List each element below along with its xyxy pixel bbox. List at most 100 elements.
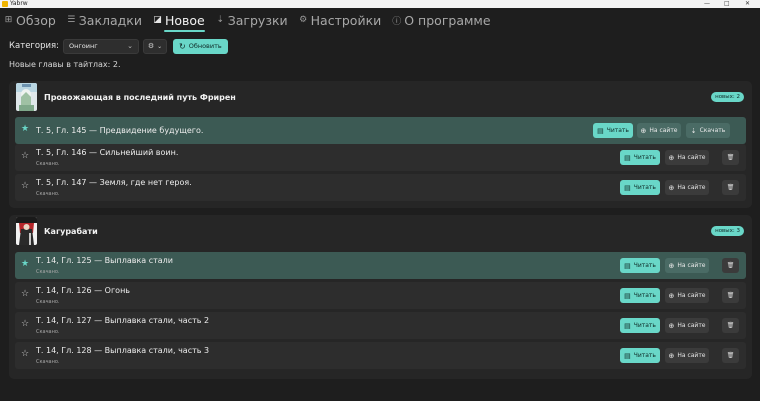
read-button[interactable]: ▤ Читать [620,150,660,165]
main-tabs: ⊞ Обзор ☰ Закладки ◪ Новое ⇣ Загрузки ⚙ Настр… [4,11,502,32]
delete-button[interactable]: 🗑 [722,348,739,363]
title-group: Кагурабати новых: 3 ★ Т. 14, Гл. 125 — В… [9,215,752,379]
chapter-title: Т. 14, Гл. 126 — Огонь [36,286,131,295]
gear-icon: ⚙ [299,15,308,25]
open-site-button[interactable]: ⊕ На сайте [665,288,709,303]
site-label: На сайте [677,154,706,161]
star-outline-icon[interactable]: ☆ [21,289,29,299]
group-title: Провожающая в последний путь Фрирен [44,92,236,102]
chapter-status: Скачано. [36,359,60,365]
star-outline-icon[interactable]: ☆ [21,319,29,329]
chapter-title: Т. 5, Гл. 145 — Предвидение будущего. [36,126,204,135]
tab-downloads[interactable]: ⇣ Загрузки [216,11,287,29]
open-site-button[interactable]: ⊕ На сайте [665,150,709,165]
book-icon: ▤ [624,261,631,270]
star-icon[interactable]: ★ [21,124,29,134]
globe-icon: ⊕ [668,261,675,270]
app-icon [2,1,8,7]
chapter-row[interactable]: ☆ Т. 14, Гл. 127 — Выплавка стали, часть… [15,312,746,339]
read-label: Читать [633,262,656,269]
tab-label: Закладки [78,12,142,28]
delete-button[interactable]: 🗑 [722,150,739,165]
chapter-status: Скачано. [36,161,60,167]
trash-icon: 🗑 [726,322,735,329]
chapter-title: Т. 14, Гл. 127 — Выплавка стали, часть 2 [36,316,210,325]
chapter-title: Т. 14, Гл. 128 — Выплавка стали, часть 3 [36,346,210,355]
download-button[interactable]: ⇣ Скачать [686,123,730,138]
chapter-title: Т. 5, Гл. 147 — Земля, где нет героя. [36,178,192,187]
cover-image[interactable] [16,217,37,245]
book-icon: ▤ [624,183,631,192]
maximize-button[interactable]: □ [724,0,730,8]
read-label: Читать [633,352,656,359]
group-header: Провожающая в последний путь Фрирен новы… [9,81,752,113]
site-label: На сайте [649,127,678,134]
download-label: Скачать [699,127,726,134]
filter-button[interactable]: ⚙ ⌄ [143,38,167,54]
read-button[interactable]: ▤ Читать [620,348,660,363]
read-button[interactable]: ▤ Читать [593,123,633,138]
site-label: На сайте [677,322,706,329]
chapter-row[interactable]: ☆ Т. 5, Гл. 146 — Сильнейший воин. Скача… [15,144,746,171]
chapter-row[interactable]: ☆ Т. 5, Гл. 147 — Земля, где нет героя. … [15,174,746,201]
open-site-button[interactable]: ⊕ На сайте [665,180,709,195]
grid-icon: ⊞ [4,15,13,25]
delete-button[interactable]: 🗑 [722,258,739,273]
chapter-title: Т. 14, Гл. 125 — Выплавка стали [36,256,173,265]
tab-about[interactable]: ⓘ О программе [392,11,490,29]
window-title: Yabrw [10,0,28,7]
download-icon: ⇣ [690,126,697,135]
summary-text: Новые главы в тайтлах: 2. [9,60,121,69]
read-button[interactable]: ▤ Читать [620,258,660,273]
delete-button[interactable]: 🗑 [722,288,739,303]
refresh-label: Обновить [188,42,222,50]
window-titlebar: Yabrw — □ ✕ [0,0,760,8]
book-icon: ▤ [597,126,604,135]
refresh-button[interactable]: ↻ Обновить [173,38,228,54]
chapter-row[interactable]: ☆ Т. 14, Гл. 128 — Выплавка стали, часть… [15,342,746,369]
delete-button[interactable]: 🗑 [722,180,739,195]
tab-label: Обзор [16,12,56,28]
refresh-icon: ↻ [179,41,186,51]
list-icon: ☰ [67,15,76,25]
tab-overview[interactable]: ⊞ Обзор [4,11,56,29]
read-label: Читать [633,184,656,191]
read-button[interactable]: ▤ Читать [620,180,660,195]
site-label: На сайте [677,262,706,269]
group-header: Кагурабати новых: 3 [9,215,752,247]
tab-label: О программе [404,12,491,28]
cover-image[interactable] [16,83,37,111]
read-label: Читать [633,322,656,329]
globe-icon: ⊕ [668,291,675,300]
star-icon[interactable]: ★ [21,259,29,269]
gear-icon: ⚙ [147,42,155,50]
read-label: Читать [633,292,656,299]
site-label: На сайте [677,184,706,191]
tab-bookmarks[interactable]: ☰ Закладки [67,11,142,29]
chapter-row[interactable]: ★ Т. 14, Гл. 125 — Выплавка стали Скачан… [15,252,746,279]
read-button[interactable]: ▤ Читать [620,288,660,303]
open-site-button[interactable]: ⊕ На сайте [665,258,709,273]
category-select[interactable]: Онгоинг ⌄ [63,38,139,54]
open-site-button[interactable]: ⊕ На сайте [637,123,681,138]
close-button[interactable]: ✕ [745,0,750,8]
open-site-button[interactable]: ⊕ На сайте [665,348,709,363]
star-outline-icon[interactable]: ☆ [21,181,29,191]
chapter-status: Скачано. [36,299,60,305]
tab-settings[interactable]: ⚙ Настройки [299,11,381,29]
toolbar: Категория: Онгоинг ⌄ ⚙ ⌄ ↻ Обновить [9,38,228,54]
delete-button[interactable]: 🗑 [722,318,739,333]
globe-icon: ⊕ [668,321,675,330]
chapter-status: Скачано. [36,269,60,275]
chapter-row[interactable]: ☆ Т. 14, Гл. 126 — Огонь Скачано. ▤ Читат… [15,282,746,309]
minimize-button[interactable]: — [704,0,710,8]
tab-new[interactable]: ◪ Новое [153,11,205,32]
star-outline-icon[interactable]: ☆ [21,349,29,359]
open-site-button[interactable]: ⊕ На сайте [665,318,709,333]
read-button[interactable]: ▤ Читать [620,318,660,333]
category-value: Онгоинг [69,42,98,50]
trash-icon: 🗑 [726,352,735,359]
star-outline-icon[interactable]: ☆ [21,151,29,161]
group-title: Кагурабати [44,226,98,236]
chapter-row[interactable]: ★ Т. 5, Гл. 145 — Предвидение будущего. … [15,117,746,144]
